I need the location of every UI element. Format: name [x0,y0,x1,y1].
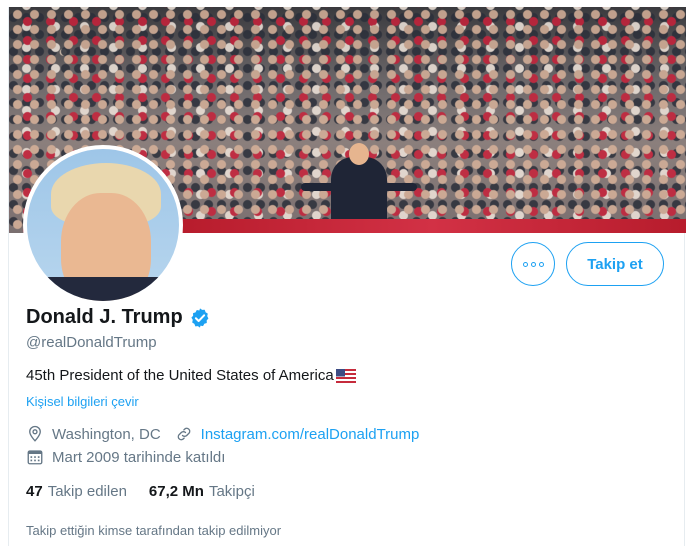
profile-card: Takip et Donald J. Trump @realDonaldTrum… [8,7,686,546]
followers-count: 67,2 Mn [148,483,204,500]
followers-label: Takipçi [208,483,255,500]
followers-stat[interactable]: 67,2 Mn Takipçi [149,483,255,500]
profile-location: Washington, DC [52,425,161,443]
calendar-icon [27,450,43,465]
following-label: Takip edilen [47,483,127,500]
profile-joined-date: Mart 2009 tarihinde katıldı [52,448,226,466]
more-icon [522,261,528,267]
us-flag-icon [335,368,356,383]
profile-meta-row: Washington, DC Instagram.com/realDonaldT… [26,425,419,443]
following-stat[interactable]: 47 Takip edilen [26,483,127,500]
profile-joined-row: Mart 2009 tarihinde katıldı [26,448,225,466]
follow-button[interactable]: Takip et [566,242,664,286]
link-icon [177,427,190,441]
bio-text: 45th President of the United States of A… [26,367,334,384]
translate-bio-link[interactable]: Kişisel bilgileri çevir [26,394,139,409]
profile-name-row: Donald J. Trump [26,306,211,329]
profile-handle: @realDonaldTrump [26,334,157,351]
profile-bio: 45th President of the United States of A… [26,367,356,384]
profile-website-link[interactable]: Instagram.com/realDonaldTrump [201,426,420,443]
verified-badge-icon [191,307,209,328]
profile-name: Donald J. Trump [26,306,183,328]
avatar[interactable] [23,145,183,305]
location-pin-icon [29,425,41,442]
following-count: 47 [26,483,43,500]
stage-banner [179,219,686,233]
more-options-button[interactable] [511,242,555,286]
profile-stats: 47 Takip edilen 67,2 Mn Takipçi [26,483,255,500]
followed-by-notice: Takip ettiğin kimse tarafından takip edi… [26,523,282,538]
